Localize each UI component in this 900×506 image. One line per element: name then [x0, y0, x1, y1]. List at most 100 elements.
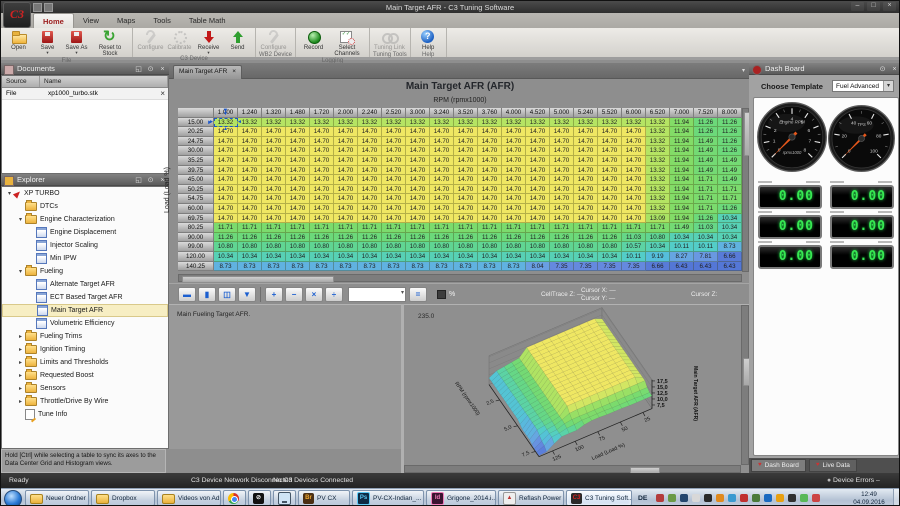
table-cell[interactable]: 14.70 [550, 146, 574, 156]
table-cell[interactable]: 11.26 [718, 127, 742, 137]
row-header-35.25[interactable]: 35.25 [178, 156, 214, 166]
tab-list-dropdown-icon[interactable]: ▾ [742, 67, 745, 74]
table-cell[interactable]: 14.70 [526, 194, 550, 204]
table-cell[interactable]: 11.26 [310, 233, 334, 243]
table-cell[interactable]: 14.70 [262, 175, 286, 185]
table-cell[interactable]: 14.70 [286, 214, 310, 224]
table-cell[interactable]: 8.73 [430, 262, 454, 272]
table-cell[interactable]: 11.26 [574, 233, 598, 243]
table-cell[interactable]: 14.70 [334, 146, 358, 156]
column-header-6.520[interactable]: 6.520 [646, 108, 670, 118]
show-desktop-button[interactable] [893, 489, 899, 506]
help-button[interactable]: Help [414, 29, 443, 51]
table-cell[interactable]: 11.26 [718, 146, 742, 156]
row-header-54.75[interactable]: 54.75 [178, 194, 214, 204]
row-header-30.00[interactable]: 30.00 [178, 146, 214, 156]
taskbar-item-neuer-ordner[interactable]: Neuer Ordner [25, 490, 89, 506]
tree-item-throttle-drive-by-wire[interactable]: ▸Throttle/Drive By Wire [2, 395, 168, 408]
table-cell[interactable]: 14.70 [286, 146, 310, 156]
open-button[interactable]: Open [4, 29, 33, 51]
percent-checkbox[interactable] [437, 290, 446, 299]
ribbon-tab-maps[interactable]: Maps [108, 13, 144, 28]
tray-icon[interactable] [668, 494, 676, 502]
table-cell[interactable]: 14.70 [358, 127, 382, 137]
table-cell[interactable]: 14.70 [310, 156, 334, 166]
table-cell[interactable]: 8.73 [454, 262, 478, 272]
table-cell[interactable]: 14.70 [286, 194, 310, 204]
table-cell[interactable]: 14.70 [478, 137, 502, 147]
table-cell[interactable]: 13.32 [310, 118, 334, 128]
table-cell[interactable]: 10.57 [622, 242, 646, 252]
taskbar-item-dark[interactable]: ⊘ [248, 490, 271, 506]
table-cell[interactable]: 11.71 [694, 194, 718, 204]
table-cell[interactable]: 14.70 [478, 166, 502, 176]
table-cell[interactable]: 11.49 [694, 156, 718, 166]
receive-button[interactable]: Receive▾ [194, 29, 223, 55]
table-cell[interactable]: 14.70 [622, 194, 646, 204]
table-cell[interactable]: 13.32 [622, 118, 646, 128]
ribbon-tab-view[interactable]: View [74, 13, 108, 28]
table-cell[interactable]: 14.70 [598, 146, 622, 156]
table-cell[interactable]: 10.80 [382, 242, 406, 252]
taskbar-item-reflash-power-[interactable]: ▲Reflash Power ... [498, 490, 564, 506]
table-cell[interactable]: 11.71 [694, 185, 718, 195]
table-cell[interactable]: 14.70 [238, 194, 262, 204]
table-cell[interactable]: 11.03 [694, 223, 718, 233]
table-cell[interactable]: 11.71 [478, 223, 502, 233]
table-cell[interactable]: 13.32 [646, 175, 670, 185]
table-cell[interactable]: 11.26 [382, 233, 406, 243]
ribbon-tab-table-math[interactable]: Table Math [180, 13, 235, 28]
table-cell[interactable]: 14.70 [406, 204, 430, 214]
table-cell[interactable]: 14.70 [622, 204, 646, 214]
table-cell[interactable]: 11.49 [694, 146, 718, 156]
tray-icon[interactable] [740, 494, 748, 502]
plot-vertical-scrollbar[interactable] [741, 305, 749, 465]
table-cell[interactable]: 10.34 [238, 252, 262, 262]
table-cell[interactable]: 14.70 [382, 214, 406, 224]
table-cell[interactable]: 14.70 [526, 185, 550, 195]
table-cell[interactable]: 14.70 [550, 175, 574, 185]
table-cell[interactable]: 14.70 [478, 185, 502, 195]
qat-icon[interactable] [33, 3, 42, 12]
table-cell[interactable]: 6.43 [670, 262, 694, 272]
tray-icon[interactable] [812, 494, 820, 502]
table-cell[interactable]: 14.70 [574, 166, 598, 176]
table-cell[interactable]: 8.73 [214, 262, 238, 272]
table-cell[interactable]: 14.70 [454, 185, 478, 195]
tray-icon[interactable] [764, 494, 772, 502]
table-cell[interactable]: 10.80 [406, 242, 430, 252]
table-cell[interactable]: 11.49 [718, 175, 742, 185]
column-header-8.000[interactable]: 8.000 [718, 108, 742, 118]
table-cell[interactable]: 14.70 [238, 127, 262, 137]
table-cell[interactable]: 14.70 [310, 127, 334, 137]
table-cell[interactable]: 10.80 [550, 242, 574, 252]
table-cell[interactable]: 14.70 [358, 204, 382, 214]
table-cell[interactable]: 10.34 [694, 233, 718, 243]
table-cell[interactable]: 14.70 [358, 194, 382, 204]
tree-expander-icon[interactable]: ▸ [16, 333, 25, 340]
table-cell[interactable]: 14.70 [238, 137, 262, 147]
table-cell[interactable]: 11.71 [406, 223, 430, 233]
close-button[interactable]: × [883, 2, 896, 11]
table-cell[interactable]: 14.70 [382, 204, 406, 214]
qat-icon[interactable] [44, 3, 53, 12]
table-cell[interactable]: 14.70 [550, 185, 574, 195]
tree-expander-icon[interactable]: ▾ [16, 268, 25, 275]
table-cell[interactable]: 10.34 [718, 223, 742, 233]
column-header-3.520[interactable]: 3.520 [454, 108, 478, 118]
table-cell[interactable]: 14.70 [430, 194, 454, 204]
table-cell[interactable]: 14.70 [454, 156, 478, 166]
table-cell[interactable]: 14.70 [622, 156, 646, 166]
table-cell[interactable]: 14.70 [334, 175, 358, 185]
tray-icon[interactable] [656, 494, 664, 502]
tree-item-xp-turbo[interactable]: ▾XP TURBO [2, 187, 168, 200]
table-cell[interactable]: 13.32◄►▼▲ [214, 118, 238, 128]
plot-horizontal-scrollbar[interactable] [404, 465, 741, 473]
table-cell[interactable]: 11.26 [718, 137, 742, 147]
tree-item-tune-info[interactable]: Tune Info [2, 408, 168, 421]
table-cell[interactable]: 14.70 [430, 146, 454, 156]
table-cell[interactable]: 14.70 [598, 156, 622, 166]
table-cell[interactable]: 14.70 [574, 175, 598, 185]
column-header-6.000[interactable]: 6.000 [622, 108, 646, 118]
table-cell[interactable]: 14.70 [382, 156, 406, 166]
